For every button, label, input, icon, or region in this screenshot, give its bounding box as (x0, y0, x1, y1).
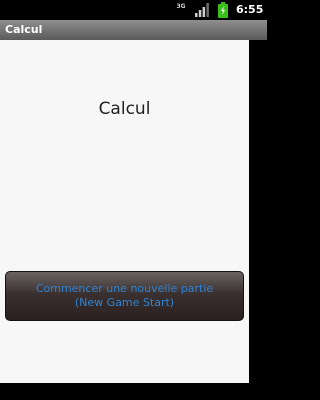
new-game-button[interactable]: Commencer une nouvelle partie (New Game … (5, 271, 244, 321)
phone-screen: 3G 6:55 Calcul Calcul Commencer une nouv… (0, 0, 267, 400)
main-content: Calcul Commencer une nouvelle partie (Ne… (0, 40, 249, 383)
signal-icon (195, 3, 209, 17)
new-game-button-label-line2: (New Game Start) (74, 296, 175, 309)
battery-charging-icon (218, 2, 228, 18)
page-heading: Calcul (98, 99, 151, 119)
network-label: 3G (176, 3, 186, 10)
app-title: Calcul (5, 23, 43, 36)
app-title-bar: Calcul (0, 20, 267, 40)
3g-icon: 3G (175, 3, 187, 17)
status-bar: 3G 6:55 (0, 0, 267, 20)
clock: 6:55 (236, 3, 264, 16)
new-game-button-label-line1: Commencer une nouvelle partie (35, 282, 214, 295)
